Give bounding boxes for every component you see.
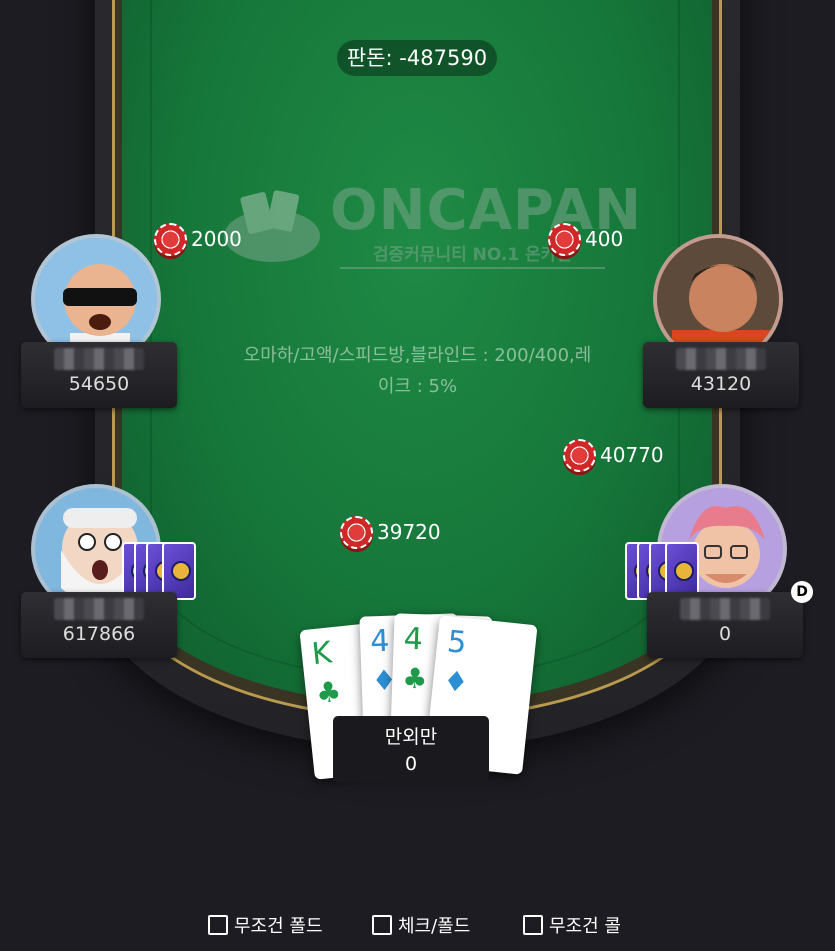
player-1-plate: 54650 xyxy=(21,342,177,408)
always-call-checkbox[interactable]: 무조건 콜 xyxy=(523,912,621,938)
player-2-plate: 43120 xyxy=(643,342,799,408)
always-fold-checkbox[interactable]: 무조건 폴드 xyxy=(208,912,323,938)
player-4-plate: 0 xyxy=(647,592,803,658)
hero-stack: 0 xyxy=(404,753,418,775)
check-fold-checkbox[interactable]: 체크/폴드 xyxy=(372,912,470,938)
chip-icon xyxy=(548,222,581,256)
player-3-stack: 617866 xyxy=(62,623,136,645)
table-info-line1: 오마하/고액/스피드방,블라인드 : 200/400,레 xyxy=(243,345,592,366)
card-rank: 5 xyxy=(445,624,469,662)
player-2-bet-amount: 400 xyxy=(585,227,624,251)
checkbox-icon[interactable] xyxy=(523,915,543,935)
chip-icon xyxy=(154,222,187,256)
always-call-label: 무조건 콜 xyxy=(549,916,621,937)
checkbox-icon[interactable] xyxy=(208,915,228,935)
dealer-button: D xyxy=(791,581,813,603)
player-1-stack: 54650 xyxy=(68,373,130,395)
checkbox-icon[interactable] xyxy=(372,915,392,935)
player-1-name-blurred xyxy=(54,348,144,370)
diamond-icon: ♦ xyxy=(441,664,471,700)
player-4-name-blurred xyxy=(680,598,770,620)
player-2-name-blurred xyxy=(676,348,766,370)
club-icon: ♣ xyxy=(401,661,429,696)
action-options: 무조건 폴드 체크/폴드 무조건 콜 xyxy=(0,912,835,940)
hero-plate: 만외만 0 xyxy=(333,716,489,782)
chip-icon xyxy=(563,438,596,472)
player-3-name-blurred xyxy=(54,598,144,620)
table-info: 오마하/고액/스피드방,블라인드 : 200/400,레 이크 : 5% xyxy=(200,340,635,402)
player-2-stack: 43120 xyxy=(690,373,752,395)
check-fold-label: 체크/폴드 xyxy=(398,916,471,937)
player-3-plate: 617866 xyxy=(21,592,177,658)
player-2-bet: 400 xyxy=(548,222,623,256)
player-4-stack: 0 xyxy=(718,623,732,645)
card-rank: 4 xyxy=(403,621,424,658)
pot-amount: 판돈: -487590 xyxy=(337,40,497,76)
card-rank: K xyxy=(310,635,334,673)
chip-icon xyxy=(340,515,373,549)
table-info-line2: 이크 : 5% xyxy=(377,376,458,397)
player-1-bet-amount: 2000 xyxy=(191,227,242,251)
player-3-bet-amount: 39720 xyxy=(377,520,441,544)
always-fold-label: 무조건 폴드 xyxy=(234,916,323,937)
card-rank: 4 xyxy=(369,623,390,660)
player-3-bet: 39720 xyxy=(340,515,441,549)
player-4-bet: 40770 xyxy=(563,438,664,472)
player-4-bet-amount: 40770 xyxy=(600,443,664,467)
club-icon: ♣ xyxy=(314,674,343,711)
player-1-bet: 2000 xyxy=(154,222,242,256)
hero-name: 만외만 xyxy=(384,726,438,748)
